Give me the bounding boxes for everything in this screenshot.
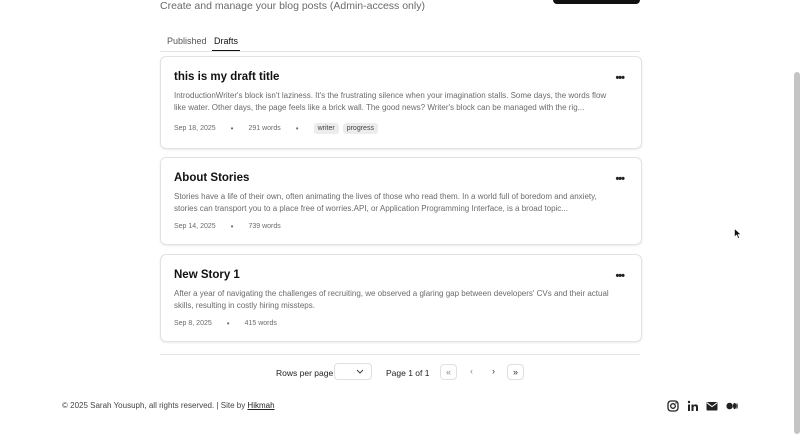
post-word-count: 291 words (248, 125, 281, 132)
post-word-count: 739 words (248, 223, 281, 230)
next-page-button[interactable]: › (485, 364, 502, 380)
post-date: Sep 18, 2025 (174, 125, 216, 132)
rows-per-page-select[interactable] (334, 363, 372, 380)
post-meta: Sep 8, 2025 • 415 words (174, 319, 277, 328)
site-credit-link[interactable]: Hikmah (247, 401, 274, 410)
post-meta: Sep 14, 2025 • 739 words (174, 222, 281, 231)
separator-dot: • (295, 124, 299, 133)
mail-icon[interactable] (706, 399, 718, 411)
copyright-text: © 2025 Sarah Yousuph, all rights reserve… (62, 401, 248, 410)
page-subtitle: Create and manage your blog posts (Admin… (160, 0, 425, 12)
page-info: Page 1 of 1 (386, 368, 430, 378)
linkedin-icon[interactable] (687, 399, 699, 411)
post-word-count: 415 words (244, 320, 277, 327)
post-title[interactable]: this is my draft title (174, 71, 279, 83)
tab-published[interactable]: Published (165, 36, 209, 50)
post-card[interactable]: New Story 1 ••• After a year of navigati… (160, 254, 642, 342)
first-page-button[interactable]: « (440, 364, 457, 380)
medium-icon[interactable] (726, 399, 738, 411)
scrollbar[interactable] (794, 72, 800, 434)
tab-drafts[interactable]: Drafts (212, 36, 241, 51)
post-title[interactable]: About Stories (174, 172, 249, 184)
more-options-icon[interactable]: ••• (615, 72, 625, 84)
post-date: Sep 14, 2025 (174, 223, 216, 230)
post-excerpt: IntroductionWriter's block isn't lazines… (174, 91, 607, 112)
chevron-down-icon (356, 365, 364, 381)
separator-dot: • (230, 222, 234, 231)
post-title[interactable]: New Story 1 (174, 269, 240, 281)
post-meta: Sep 18, 2025 • 291 words • writer progre… (174, 123, 382, 134)
post-date: Sep 8, 2025 (174, 320, 212, 327)
prev-page-button[interactable]: ‹ (463, 364, 480, 380)
instagram-icon[interactable] (667, 399, 679, 412)
separator-dot: • (230, 124, 234, 133)
tab-bar: Published Drafts (160, 33, 640, 52)
more-options-icon[interactable]: ••• (615, 173, 625, 185)
last-page-button[interactable]: » (507, 364, 524, 380)
rows-per-page-label: Rows per page (276, 368, 334, 378)
post-tag[interactable]: progress (342, 123, 378, 134)
post-excerpt: After a year of navigating the challenge… (174, 289, 609, 310)
post-tag[interactable]: writer (313, 123, 339, 134)
more-options-icon[interactable]: ••• (615, 270, 625, 282)
mouse-cursor-icon (734, 226, 742, 244)
post-card[interactable]: this is my draft title ••• IntroductionW… (160, 56, 642, 149)
new-post-button[interactable] (553, 0, 640, 4)
separator-dot: • (226, 319, 230, 328)
post-card[interactable]: About Stories ••• Stories have a life of… (160, 157, 642, 245)
pagination-divider (160, 354, 640, 355)
post-excerpt: Stories have a life of their own, often … (174, 192, 597, 213)
footer-copyright: © 2025 Sarah Yousuph, all rights reserve… (62, 401, 275, 410)
